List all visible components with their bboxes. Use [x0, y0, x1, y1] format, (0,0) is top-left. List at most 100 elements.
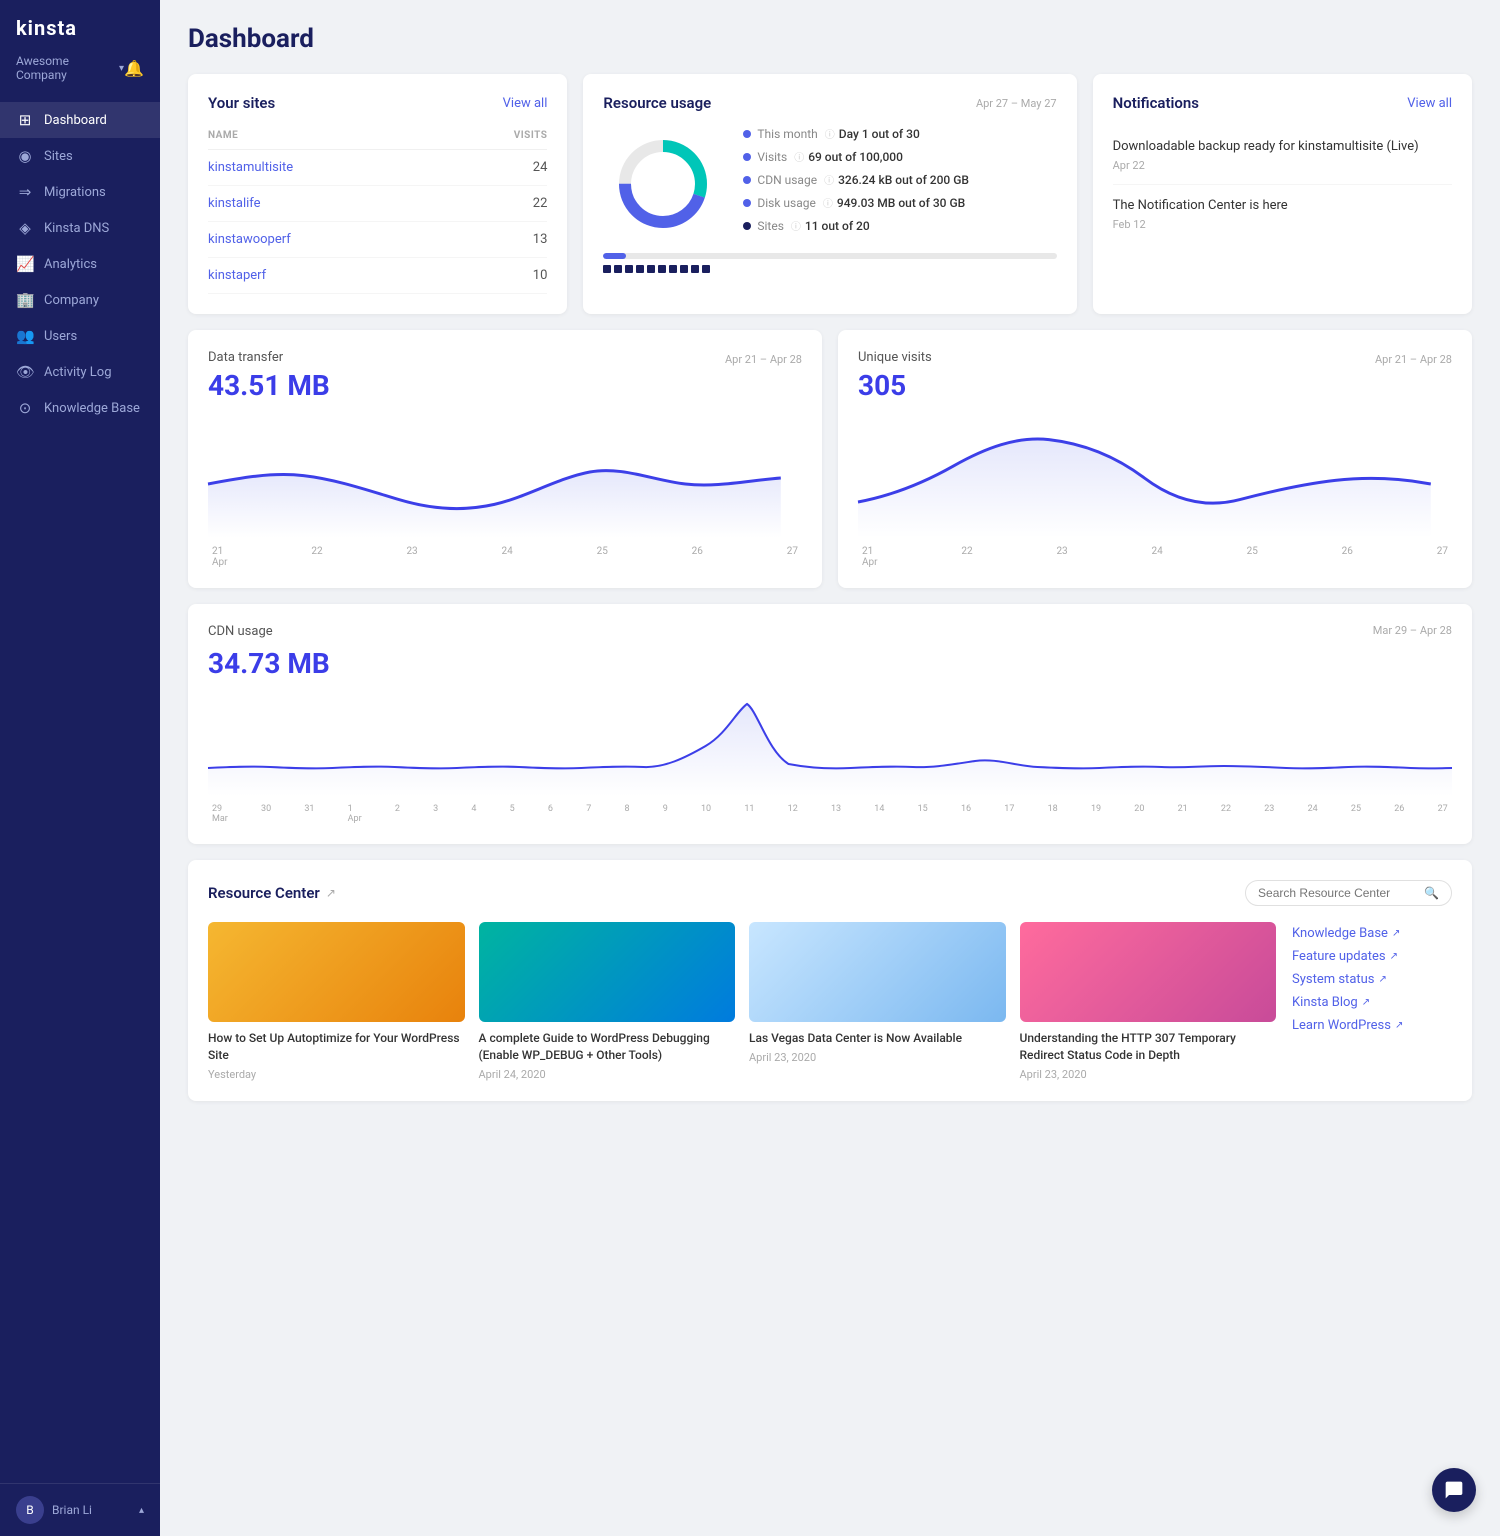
table-row: kinstaperf 10	[208, 258, 547, 294]
your-sites-header: Your sites View all	[208, 94, 547, 112]
sidebar-item-label: Migrations	[44, 185, 106, 200]
unique-visits-title: Unique visits	[858, 350, 932, 365]
sidebar-item-analytics[interactable]: 📈 Analytics	[0, 246, 160, 282]
article-title: Las Vegas Data Center is Now Available	[749, 1030, 1006, 1047]
article-card[interactable]: Understanding the HTTP 307 Temporary Red…	[1020, 922, 1277, 1081]
external-icon: ↗	[1362, 997, 1370, 1008]
stat-value: 69 out of 100,000	[808, 150, 903, 164]
resource-center-link[interactable]: Learn WordPress ↗	[1292, 1018, 1452, 1033]
chevron-up-icon[interactable]: ▴	[139, 1505, 144, 1516]
page-title: Dashboard	[188, 24, 1472, 54]
site-visits: 22	[451, 186, 547, 222]
notification-date: Apr 22	[1113, 159, 1452, 172]
dns-icon: ◈	[16, 219, 34, 237]
stat-label: Visits	[757, 150, 787, 164]
sidebar-item-kinsta-dns[interactable]: ◈ Kinsta DNS	[0, 210, 160, 246]
article-card[interactable]: A complete Guide to WordPress Debugging …	[479, 922, 736, 1081]
table-row: kinstamultisite 24	[208, 150, 547, 186]
sidebar-item-activity-log[interactable]: 👁 Activity Log	[0, 354, 160, 390]
stat-dot	[743, 222, 751, 230]
resource-center-search-box[interactable]: 🔍	[1245, 880, 1452, 906]
your-sites-card: Your sites View all NAME VISITS kinstamu…	[188, 74, 567, 314]
cdn-usage-date: Mar 29 – Apr 28	[1373, 624, 1452, 637]
notifications-title: Notifications	[1113, 94, 1199, 112]
data-transfer-date: Apr 21 – Apr 28	[725, 353, 802, 366]
notifications-header: Notifications View all	[1113, 94, 1452, 112]
data-transfer-value: 43.51 MB	[208, 369, 802, 402]
mini-progress-bar	[603, 253, 1056, 259]
table-row: kinstalife 22	[208, 186, 547, 222]
sidebar-item-dashboard[interactable]: ⊞ Dashboard	[0, 102, 160, 138]
users-icon: 👥	[16, 327, 34, 345]
resource-center-link[interactable]: Kinsta Blog ↗	[1292, 995, 1452, 1010]
sidebar-item-users[interactable]: 👥 Users	[0, 318, 160, 354]
stat-value: 326.24 kB out of 200 GB	[838, 173, 969, 187]
notifications-view-all[interactable]: View all	[1407, 96, 1452, 111]
charts-row: Data transfer Apr 21 – Apr 28 43.51 MB 2…	[188, 330, 1472, 588]
sidebar-item-knowledge-base[interactable]: ⊙ Knowledge Base	[0, 390, 160, 426]
notifications-card: Notifications View all Downloadable back…	[1093, 74, 1472, 314]
resource-center-link[interactable]: System status ↗	[1292, 972, 1452, 987]
sites-col-name: NAME	[208, 126, 451, 150]
resource-center-link[interactable]: Feature updates ↗	[1292, 949, 1452, 964]
sidebar-footer: B Brian Li ▴	[0, 1483, 160, 1536]
resource-center-card: Resource Center ↗ 🔍 How to Set Up Autopt…	[188, 860, 1472, 1101]
user-name: Brian Li	[52, 1503, 92, 1517]
your-sites-view-all[interactable]: View all	[503, 96, 548, 111]
rc-links: Knowledge Base ↗ Feature updates ↗ Syste…	[1292, 922, 1452, 1081]
company-selector[interactable]: Awesome Company ▾ 🔔	[0, 48, 160, 94]
data-transfer-xaxis: 21Apr 22 23 24 25 26 27	[208, 546, 802, 568]
company-icon: 🏢	[16, 291, 34, 309]
article-date: April 24, 2020	[479, 1068, 736, 1081]
stat-row: Disk usage ⓘ 949.03 MB out of 30 GB	[743, 195, 1056, 210]
stat-dot	[743, 153, 751, 161]
link-label: Learn WordPress	[1292, 1018, 1391, 1033]
site-link[interactable]: kinstalife	[208, 196, 261, 211]
avatar: B	[16, 1496, 44, 1524]
user-info: B Brian Li	[16, 1496, 92, 1524]
stat-label: CDN usage	[757, 173, 817, 187]
unique-visits-xaxis: 21Apr 22 23 24 25 26 27	[858, 546, 1452, 568]
loading-bar	[603, 265, 1056, 273]
external-icon: ↗	[1379, 974, 1387, 985]
site-link[interactable]: kinstaperf	[208, 268, 266, 283]
stat-row: CDN usage ⓘ 326.24 kB out of 200 GB	[743, 172, 1056, 187]
dashboard-icon: ⊞	[16, 111, 34, 129]
search-input[interactable]	[1258, 886, 1418, 900]
sidebar-item-label: Activity Log	[44, 365, 112, 380]
article-card[interactable]: Las Vegas Data Center is Now Available A…	[749, 922, 1006, 1081]
unique-visits-value: 305	[858, 369, 1452, 402]
notifications-list: Downloadable backup ready for kinstamult…	[1113, 126, 1452, 243]
unique-visits-card: Unique visits Apr 21 – Apr 28 305 21Apr …	[838, 330, 1472, 588]
sites-col-visits: VISITS	[451, 126, 547, 150]
chat-icon	[1444, 1480, 1464, 1500]
resource-center-link[interactable]: Knowledge Base ↗	[1292, 926, 1452, 941]
rc-articles: How to Set Up Autoptimize for Your WordP…	[208, 922, 1276, 1081]
notification-date: Feb 12	[1113, 218, 1452, 231]
notification-item: The Notification Center is here Feb 12	[1113, 185, 1452, 243]
site-link[interactable]: kinstawooperf	[208, 232, 291, 247]
bell-icon[interactable]: 🔔	[124, 59, 144, 78]
info-icon: ⓘ	[825, 126, 835, 141]
article-title: A complete Guide to WordPress Debugging …	[479, 1030, 736, 1064]
link-label: Feature updates	[1292, 949, 1386, 964]
link-label: System status	[1292, 972, 1375, 987]
rc-title-row: Resource Center ↗	[208, 884, 336, 902]
sites-icon: ◉	[16, 147, 34, 165]
company-name: Awesome Company	[16, 54, 119, 82]
sidebar-item-migrations[interactable]: ⇒ Migrations	[0, 174, 160, 210]
sidebar-item-company[interactable]: 🏢 Company	[0, 282, 160, 318]
resource-center-header: Resource Center ↗ 🔍	[208, 880, 1452, 906]
link-label: Knowledge Base	[1292, 926, 1388, 941]
notification-title: Downloadable backup ready for kinstamult…	[1113, 138, 1452, 156]
site-visits: 24	[451, 150, 547, 186]
site-link[interactable]: kinstamultisite	[208, 160, 293, 175]
stat-dot	[743, 199, 751, 207]
cdn-usage-title: CDN usage	[208, 624, 273, 639]
article-card[interactable]: How to Set Up Autoptimize for Your WordP…	[208, 922, 465, 1081]
link-label: Kinsta Blog	[1292, 995, 1358, 1010]
sidebar-item-sites[interactable]: ◉ Sites	[0, 138, 160, 174]
cdn-usage-card: CDN usage Mar 29 – Apr 28 34.73 MB 29Mar…	[188, 604, 1472, 844]
chat-button[interactable]	[1432, 1468, 1476, 1512]
resource-usage-date: Apr 27 – May 27	[976, 97, 1057, 110]
